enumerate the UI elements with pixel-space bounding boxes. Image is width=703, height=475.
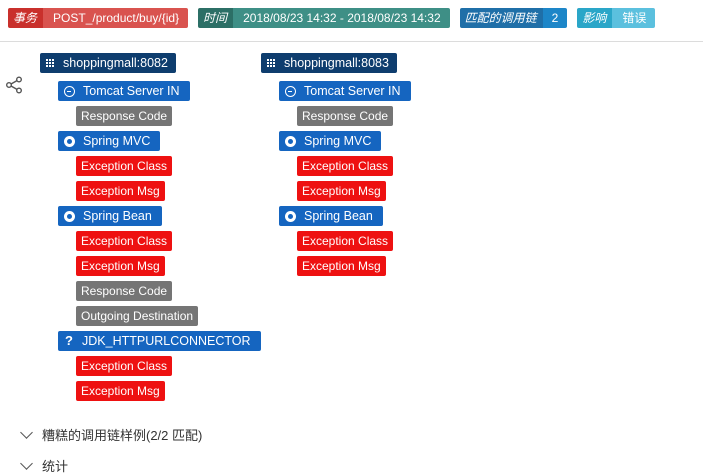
question-icon: ? [65,333,73,348]
tag-node[interactable]: Exception Class [297,156,394,176]
tag-node[interactable]: Response Code [297,106,394,126]
tag-label: Exception Class [302,234,389,248]
service-node[interactable]: shoppingmall:8082 [40,53,176,73]
grid-icon [267,58,276,68]
component-node[interactable]: Tomcat Server IN [279,81,411,101]
tag-label: Exception Msg [302,259,381,273]
tag-label: Exception Msg [81,184,160,198]
impact-badge-key: 影响 [577,8,613,28]
component-label: Spring Bean [83,209,152,223]
tag-node[interactable]: Exception Class [76,231,173,251]
tag-label: Exception Msg [81,384,160,398]
tag-node[interactable]: Outgoing Destination [76,306,199,326]
matched-traces-badge-value: 2 [542,8,568,28]
time-badge-value: 2018/08/23 14:32 - 2018/08/23 14:32 [233,8,450,28]
divider [0,41,703,42]
bad-trace-samples-toggle[interactable]: 糟糕的调用链样例(2/2 匹配) [20,425,203,444]
circle-dot-icon [64,210,75,222]
service-node[interactable]: shoppingmall:8083 [261,53,397,73]
tag-label: Response Code [302,109,389,123]
enter-icon [285,85,296,97]
share-icon[interactable] [5,76,23,94]
section-label: 糟糕的调用链样例(2/2 匹配) [42,428,203,443]
tag-node[interactable]: Exception Msg [297,256,386,276]
tag-node[interactable]: Exception Msg [76,256,165,276]
tag-label: Exception Msg [81,259,160,273]
matched-traces-badge[interactable]: 匹配的调用链 2 [459,8,568,28]
service-node-label: shoppingmall:8083 [284,56,389,70]
circle-dot-icon [285,135,296,147]
component-label: Spring Bean [304,209,373,223]
impact-badge[interactable]: 影响 错误 [577,8,656,28]
tag-label: Outgoing Destination [81,309,194,323]
tag-node[interactable]: Exception Class [76,156,173,176]
component-label: JDK_HTTPURLCONNECTOR [82,334,251,348]
tag-label: Exception Msg [302,184,381,198]
transaction-badge-value: POST_/product/buy/{id} [43,8,189,28]
grid-icon [46,58,55,68]
component-label: Tomcat Server IN [304,84,401,98]
filter-badge-bar: 事务 POST_/product/buy/{id} 时间 2018/08/23 … [8,8,656,28]
chevron-down-icon [20,426,33,439]
component-node[interactable]: Tomcat Server IN [58,81,190,101]
service-node-label: shoppingmall:8082 [63,56,168,70]
component-node[interactable]: Spring MVC [58,131,161,151]
enter-icon [64,85,75,97]
time-badge-key: 时间 [198,8,234,28]
tag-node[interactable]: Response Code [76,106,173,126]
tag-node[interactable]: Exception Msg [76,181,165,201]
tag-node[interactable]: Exception Msg [76,381,165,401]
component-node[interactable]: ? JDK_HTTPURLCONNECTOR [58,331,261,351]
component-label: Tomcat Server IN [83,84,180,98]
chevron-down-icon [20,457,33,470]
tag-label: Exception Class [81,159,168,173]
circle-dot-icon [64,135,75,147]
component-label: Spring MVC [83,134,151,148]
impact-badge-value: 错误 [612,8,656,28]
tag-label: Response Code [81,109,168,123]
transaction-badge[interactable]: 事务 POST_/product/buy/{id} [8,8,189,28]
component-node[interactable]: Spring Bean [279,206,383,226]
tag-node[interactable]: Exception Msg [297,181,386,201]
tag-label: Response Code [81,284,168,298]
transaction-badge-key: 事务 [8,8,44,28]
tag-label: Exception Class [81,359,168,373]
section-label: 统计 [42,459,69,474]
tag-label: Exception Class [81,234,168,248]
component-node[interactable]: Spring Bean [58,206,162,226]
circle-dot-icon [285,210,296,222]
component-label: Spring MVC [304,134,372,148]
time-badge[interactable]: 时间 2018/08/23 14:32 - 2018/08/23 14:32 [198,8,450,28]
tag-node[interactable]: Response Code [76,281,173,301]
tag-node[interactable]: Exception Class [76,356,173,376]
statistics-toggle[interactable]: 统计 [20,456,69,475]
tag-node[interactable]: Exception Class [297,231,394,251]
tag-label: Exception Class [302,159,389,173]
matched-traces-badge-key: 匹配的调用链 [459,8,543,28]
component-node[interactable]: Spring MVC [279,131,382,151]
